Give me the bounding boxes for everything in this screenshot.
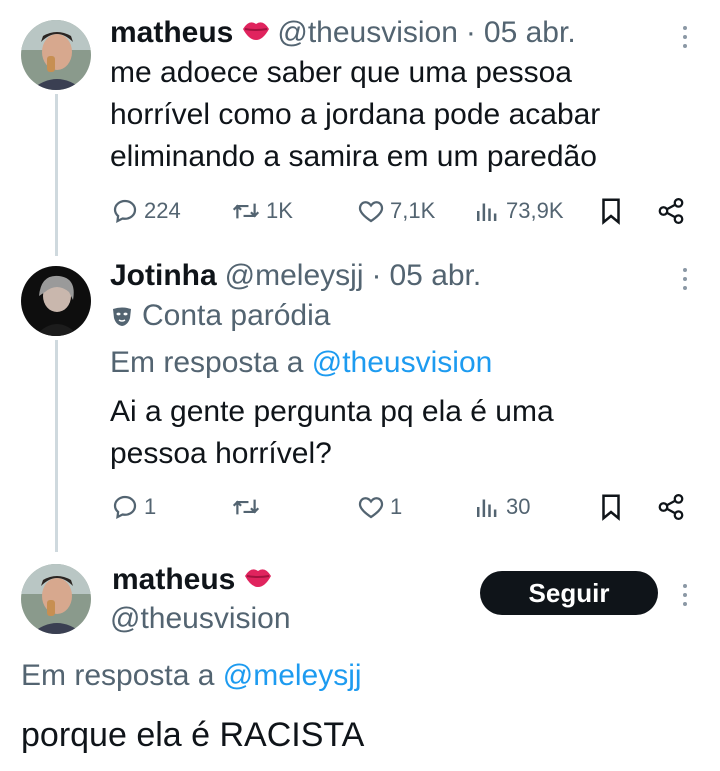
- reply-count: 224: [144, 198, 181, 223]
- avatar-matheus[interactable]: [21, 564, 91, 634]
- like-icon: [358, 497, 384, 519]
- avatar-matheus[interactable]: [21, 20, 91, 90]
- bookmark-button[interactable]: [598, 196, 624, 226]
- text-line: eliminando a samira em um paredão: [110, 140, 597, 173]
- thread-line-2: [55, 340, 58, 552]
- more-icon[interactable]: [681, 26, 689, 48]
- like-count: 1: [390, 494, 403, 519]
- like-count: 7,1K: [390, 198, 436, 223]
- tweet-1-header: matheus @theusvision · 05 abr.: [110, 16, 576, 50]
- like-icon: [358, 201, 384, 223]
- tweet-1-text: me adoece saber que uma pessoa horrível …: [110, 52, 600, 178]
- separator-dot: ·: [371, 259, 382, 292]
- separator-dot: ·: [465, 16, 476, 49]
- views-button[interactable]: 30: [472, 492, 530, 522]
- bookmark-icon: [602, 198, 620, 225]
- share-button[interactable]: [656, 492, 686, 522]
- views-icon: [477, 499, 497, 517]
- retweet-button[interactable]: 1K: [230, 196, 293, 226]
- retweet-icon: [232, 499, 260, 515]
- display-name[interactable]: matheus: [110, 16, 233, 50]
- more-icon[interactable]: [681, 584, 689, 606]
- retweet-icon: [232, 203, 260, 219]
- avatar-jotinha[interactable]: [21, 266, 91, 336]
- handle[interactable]: @theusvision: [277, 16, 458, 50]
- text-line: pessoa horrível?: [110, 437, 332, 470]
- tweet-3-name-row: matheus: [112, 563, 279, 597]
- bookmark-icon: [602, 494, 620, 521]
- text-line: horrível como a jordana pode acabar: [110, 98, 601, 131]
- lips-icon: [243, 563, 273, 597]
- reply-mention-link[interactable]: @meleysjj: [223, 659, 362, 692]
- reply-count: 1: [144, 494, 157, 519]
- parody-text: Conta paródia: [142, 299, 331, 332]
- tweet-date[interactable]: 05 abr.: [389, 259, 481, 293]
- tweet-3-handle-row: @theusvision: [110, 602, 291, 636]
- retweet-count: 1K: [266, 198, 293, 223]
- reply-context: Em resposta a @meleysjj: [21, 659, 362, 693]
- parody-label: Conta paródia: [110, 299, 330, 333]
- views-button[interactable]: 73,9K: [472, 196, 564, 226]
- display-name[interactable]: matheus: [112, 563, 235, 597]
- reply-button[interactable]: 224: [110, 196, 181, 226]
- text-line: Ai a gente pergunta pq ela é uma: [110, 395, 554, 428]
- lips-icon: [241, 16, 271, 50]
- thread-line-1: [55, 94, 58, 256]
- reply-icon: [113, 495, 137, 519]
- share-icon: [658, 494, 684, 520]
- reply-context: Em resposta a @theusvision: [110, 346, 492, 380]
- tweet-2-text: Ai a gente pergunta pq ela é uma pessoa …: [110, 391, 554, 475]
- tweet-date[interactable]: 05 abr.: [484, 16, 576, 50]
- retweet-button[interactable]: [230, 492, 266, 522]
- reply-button[interactable]: 1: [110, 492, 156, 522]
- share-button[interactable]: [656, 196, 686, 226]
- share-icon: [658, 198, 684, 224]
- reply-mention-link[interactable]: @theusvision: [312, 346, 493, 379]
- more-icon[interactable]: [681, 268, 689, 290]
- tweet-2-actions: 1 1 30: [110, 492, 690, 528]
- views-icon: [477, 203, 497, 221]
- bookmark-button[interactable]: [598, 492, 624, 522]
- parody-mask-icon: [113, 307, 131, 326]
- tweet-3-text: porque ela é RACISTA: [21, 716, 365, 754]
- follow-button[interactable]: Seguir: [480, 571, 658, 615]
- reply-prefix: Em resposta a: [21, 659, 215, 692]
- display-name[interactable]: Jotinha: [110, 259, 217, 293]
- reply-prefix: Em resposta a: [110, 346, 304, 379]
- handle[interactable]: @theusvision: [110, 602, 291, 636]
- views-count: 73,9K: [506, 198, 564, 223]
- tweet-1-actions: 224 1K 7,1K 73,9K: [110, 196, 690, 232]
- views-count: 30: [506, 494, 531, 519]
- reply-icon: [113, 199, 137, 223]
- text-line: me adoece saber que uma pessoa: [110, 56, 572, 89]
- tweet-2-header: Jotinha @meleysjj · 05 abr.: [110, 259, 481, 293]
- like-button[interactable]: 7,1K: [356, 196, 435, 226]
- like-button[interactable]: 1: [356, 492, 402, 522]
- handle[interactable]: @meleysjj: [225, 259, 364, 293]
